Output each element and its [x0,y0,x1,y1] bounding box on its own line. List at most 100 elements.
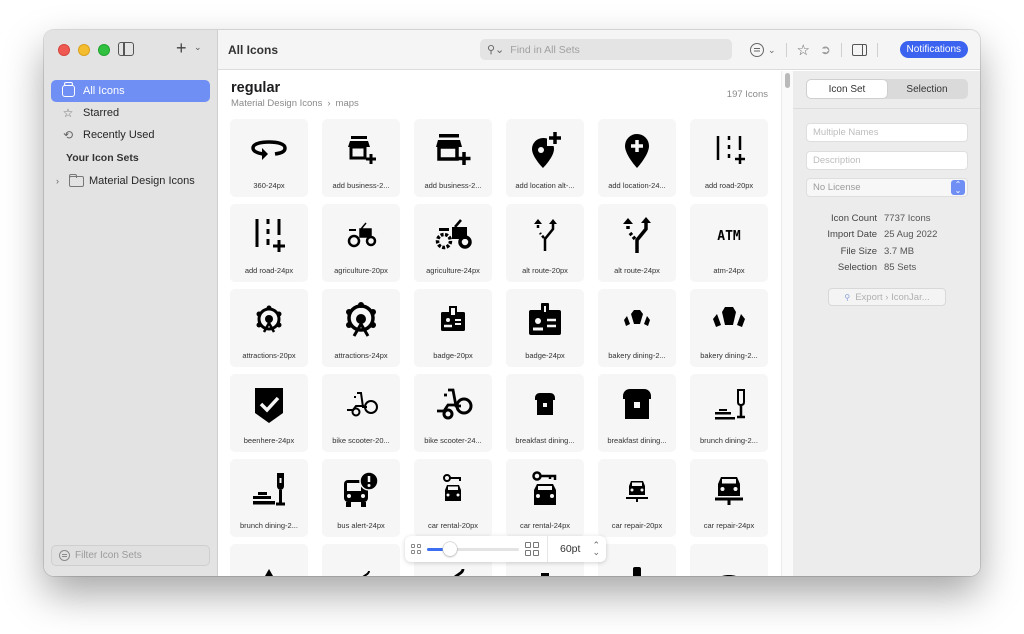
star-button[interactable]: ☆ [797,41,810,59]
set-metadata: Icon Count 7737 Icons Import Date 25 Aug 2… [806,210,968,276]
category-partial-icon [230,554,308,576]
export-label: Export › IconJar... [855,291,930,303]
icon-tile[interactable]: bus alert-24px [322,459,400,537]
icon-label: add business-2... [332,181,390,190]
divider [876,43,878,57]
notifications-button[interactable]: Notifications [899,41,968,58]
tab-icon-set[interactable]: Icon Set [807,80,887,98]
icon-tile[interactable]: breakfast dining... [506,374,584,452]
sidebar-item-material-design-icons[interactable]: › Material Design Icons [51,170,210,192]
meta-row: Import Date 25 Aug 2022 [806,227,968,244]
meta-key: Icon Count [831,212,877,224]
icon-size-value[interactable]: 60pt [560,543,580,555]
icon-tile[interactable]: agriculture-24px [414,204,492,282]
chevron-down-icon[interactable]: ⌄ [194,42,202,53]
icon-tile[interactable]: 360-24px [230,119,308,197]
icon-tile[interactable]: add business-2... [414,119,492,197]
export-icon[interactable]: ➲ [820,42,831,58]
clock-icon: ⟲ [62,128,74,142]
icon-tile[interactable] [230,544,308,576]
inspector-tabs: Icon Set Selection [806,79,968,99]
icon-tile[interactable]: alt route-20px [506,204,584,282]
sidebar-toggle-icon[interactable] [118,42,134,56]
tab-selection[interactable]: Selection [887,80,967,98]
icon-tile[interactable]: add road-20px [690,119,768,197]
icon-tile[interactable]: brunch dining-2... [690,374,768,452]
names-field[interactable]: Multiple Names [806,123,968,142]
icon-tile[interactable] [690,544,768,576]
icon-tile[interactable]: beenhere-24px [230,374,308,452]
slider-knob[interactable] [442,542,457,556]
icon-tile[interactable]: brunch dining-2... [230,459,308,537]
scrollbar[interactable] [781,71,793,576]
scrollbar-thumb[interactable] [785,73,790,88]
icon-label: brunch dining-2... [700,436,758,445]
icon-tile[interactable]: badge-20px [414,289,492,367]
zoom-window-button[interactable] [98,44,110,56]
icon-label: add location-24... [608,181,666,190]
export-button[interactable]: ⚲ Export › IconJar... [828,288,946,306]
size-stepper-icon[interactable]: ⌃ ⌄ [592,541,600,557]
small-grid-icon[interactable] [411,544,421,554]
icon-tile[interactable]: car rental-20px [414,459,492,537]
filter-menu-button[interactable]: ⌄ [750,43,776,57]
brunch-icon [230,469,308,511]
icon-tile[interactable]: ATM atm-24px [690,204,768,282]
search-icon[interactable]: ⚲⌄ [487,43,504,56]
icon-tile[interactable]: breakfast dining... [598,374,676,452]
add-icon-set-button[interactable]: + [176,38,187,59]
icon-label: bike scooter-20... [332,436,390,445]
icon-label: add road-24px [244,266,294,275]
icon-label: breakfast dining... [607,436,667,445]
breakfast-small-icon [506,384,584,426]
breadcrumb-item[interactable]: maps [336,98,359,109]
icon-tile[interactable] [322,544,400,576]
icon-tile[interactable]: attractions-24px [322,289,400,367]
sidebar-item-starred[interactable]: ☆ Starred [51,102,210,124]
sidebar-item-label: Starred [83,107,120,119]
icon-tile[interactable]: bakery dining-2... [598,289,676,367]
icon-tile[interactable]: car repair-20px [598,459,676,537]
breakfast-icon [598,384,676,426]
filter-icon-sets-input[interactable]: Filter Icon Sets [51,545,210,566]
select-stepper-icon[interactable]: ⌃ ⌄ [951,180,965,195]
icon-tile[interactable]: bike scooter-20... [322,374,400,452]
meta-key: Selection [837,262,877,274]
chevron-right-icon[interactable]: › [56,176,66,186]
meta-key: Import Date [827,229,877,241]
icon-size-slider[interactable] [427,541,519,557]
atm-icon: ATM [690,214,768,256]
icon-label: 360-24px [253,181,285,190]
breadcrumb-item[interactable]: Material Design Icons [231,98,322,109]
icon-tile[interactable]: add road-24px [230,204,308,282]
minimize-window-button[interactable] [78,44,90,56]
search-input[interactable]: ⚲⌄ Find in All Sets [480,39,732,60]
large-grid-icon[interactable] [525,542,539,556]
icon-tile[interactable]: add business-2... [322,119,400,197]
icon-tile[interactable]: bakery dining-2... [690,289,768,367]
icon-label: breakfast dining... [515,436,575,445]
icon-tile[interactable]: badge-24px [506,289,584,367]
icon-tile[interactable]: add location-24... [598,119,676,197]
icon-tile[interactable] [598,544,676,576]
sidebar-item-recently-used[interactable]: ⟲ Recently Used [51,124,210,146]
inspector-toggle-icon[interactable] [851,44,867,56]
close-window-button[interactable] [58,44,70,56]
icon-tile[interactable]: alt route-24px [598,204,676,282]
license-select[interactable]: No License ⌃ ⌄ [806,178,968,197]
icon-tile[interactable]: add location alt-... [506,119,584,197]
icon-label: car repair-20px [611,521,663,530]
icon-label: alt route-20px [522,266,568,275]
icon-label: add business-2... [424,181,482,190]
icon-tile[interactable]: attractions-20px [230,289,308,367]
car-repair-icon [690,469,768,511]
icon-tile[interactable]: bike scooter-24... [414,374,492,452]
description-field[interactable]: Description [806,151,968,170]
meta-key: File Size [840,245,877,257]
names-placeholder: Multiple Names [813,127,879,138]
sidebar-item-all-icons[interactable]: All Icons [51,80,210,102]
icon-tile[interactable]: agriculture-20px [322,204,400,282]
icon-tile[interactable]: car rental-24px [506,459,584,537]
icon-tile[interactable]: car repair-24px [690,459,768,537]
alt-route-small-icon [506,214,584,256]
